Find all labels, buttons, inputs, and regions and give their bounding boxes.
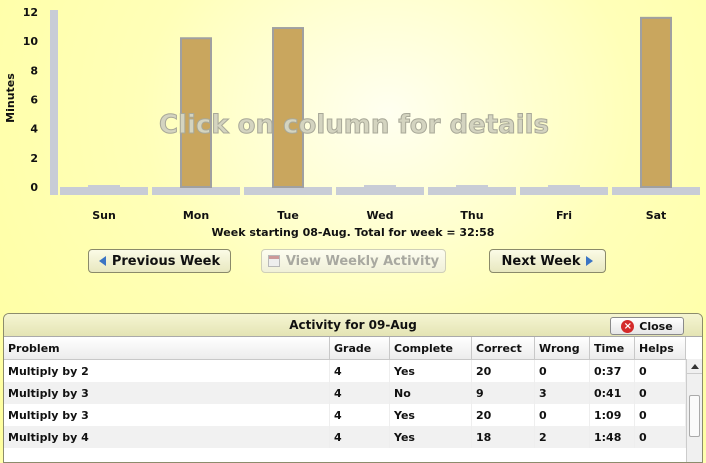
cell-problem: Multiply by 4 [4,426,330,448]
cell-time: 1:09 [589,404,635,426]
calendar-icon [267,255,280,267]
table-row[interactable]: Multiply by 3 4 Yes 20 0 1:09 0 [4,404,686,426]
column-header-correct[interactable]: Correct [471,337,535,360]
cell-helps: 0 [634,404,686,426]
y-axis-label: Minutes [4,73,17,123]
cell-time: 0:41 [589,382,635,404]
previous-week-button[interactable]: Previous Week [88,249,231,273]
y-tick-label: 6 [30,94,38,107]
cell-correct: 20 [471,404,535,426]
next-week-label: Next Week [501,253,581,269]
table-row[interactable]: Multiply by 2 4 Yes 20 0 0:37 0 [4,359,686,382]
chevron-left-icon [98,256,106,266]
y-axis-bar [50,10,58,195]
table-header-row: Problem Grade Complete Correct Wrong Tim… [4,337,686,360]
column-header-wrong[interactable]: Wrong [534,337,590,360]
activity-chart: Minutes 024681012 Sun Mon Tue Wed Thu Fri Sat … [4,6,700,222]
close-button[interactable]: × Close [610,317,684,335]
x-tick-label: Fri [556,209,572,222]
cell-wrong: 3 [534,382,590,404]
bar-base-mon [152,187,240,195]
chevron-right-icon [586,256,594,266]
bar-wed[interactable] [364,185,396,188]
chart-hint: Click on column for details [159,110,549,140]
cell-complete: Yes [389,404,472,426]
activity-table: Problem Grade Complete Correct Wrong Tim… [4,337,686,448]
cell-grade: 4 [329,359,390,382]
table-row[interactable]: Multiply by 3 4 No 9 3 0:41 0 [4,382,686,404]
close-label: Close [639,319,673,333]
cell-time: 1:48 [589,426,635,448]
panel-title: Activity for 09-Aug [289,318,417,332]
column-header-time[interactable]: Time [589,337,635,360]
x-tick-label: Tue [277,209,299,222]
y-tick-label: 8 [30,64,38,77]
next-week-button[interactable]: Next Week [489,249,606,273]
cell-time: 0:37 [589,359,635,382]
view-weekly-activity-label: View Weekly Activity [285,253,440,269]
close-icon: × [621,319,635,333]
y-tick-label: 10 [23,35,39,48]
x-tick-label: Mon [183,209,209,222]
cell-wrong: 2 [534,426,590,448]
table-scrollbar[interactable] [686,359,702,462]
x-tick-label: Sun [92,209,116,222]
cell-complete: Yes [389,426,472,448]
scroll-thumb[interactable] [689,395,700,437]
cell-problem: Multiply by 3 [4,404,330,426]
y-tick-label: 12 [23,6,38,19]
cell-correct: 9 [471,382,535,404]
cell-helps: 0 [634,359,686,382]
bar-base-sat [612,187,700,195]
view-weekly-activity-button[interactable]: View Weekly Activity [261,249,446,273]
bar-tue[interactable] [272,27,304,188]
bar-base-tue [244,187,332,195]
cell-correct: 18 [471,426,535,448]
x-tick-label: Thu [460,209,483,222]
cell-grade: 4 [329,404,390,426]
bar-base-wed [336,187,424,195]
cell-wrong: 0 [534,404,590,426]
previous-week-label: Previous Week [111,253,221,269]
y-tick-label: 0 [30,181,38,194]
cell-complete: Yes [389,359,472,382]
bar-sun[interactable] [88,185,120,188]
cell-helps: 0 [634,382,686,404]
cell-grade: 4 [329,382,390,404]
column-header-problem[interactable]: Problem [4,337,330,360]
cell-helps: 0 [634,426,686,448]
y-tick-label: 2 [30,152,38,165]
x-tick-label: Wed [366,209,393,222]
week-summary: Week starting 08-Aug. Total for week = 3… [211,226,495,239]
bar-thu[interactable] [456,185,488,188]
y-tick-label: 4 [30,123,38,136]
column-header-complete[interactable]: Complete [389,337,472,360]
bar-base-fri [520,187,608,195]
cell-problem: Multiply by 2 [4,359,330,382]
panel-header: Activity for 09-Aug × Close [4,314,702,337]
column-header-grade[interactable]: Grade [329,337,390,360]
scroll-up-icon[interactable] [687,359,702,374]
cell-problem: Multiply by 3 [4,382,330,404]
cell-grade: 4 [329,426,390,448]
cell-wrong: 0 [534,359,590,382]
column-header-helps[interactable]: Helps [634,337,686,360]
table-row[interactable]: Multiply by 4 4 Yes 18 2 1:48 0 [4,426,686,448]
bar-base-sun [60,187,148,195]
bar-sat[interactable] [640,16,672,189]
cell-complete: No [389,382,472,404]
x-tick-label: Sat [646,209,667,222]
activity-panel: Activity for 09-Aug × Close Problem Grad… [3,313,703,463]
bar-fri[interactable] [548,185,580,188]
cell-correct: 20 [471,359,535,382]
bar-base-thu [428,187,516,195]
